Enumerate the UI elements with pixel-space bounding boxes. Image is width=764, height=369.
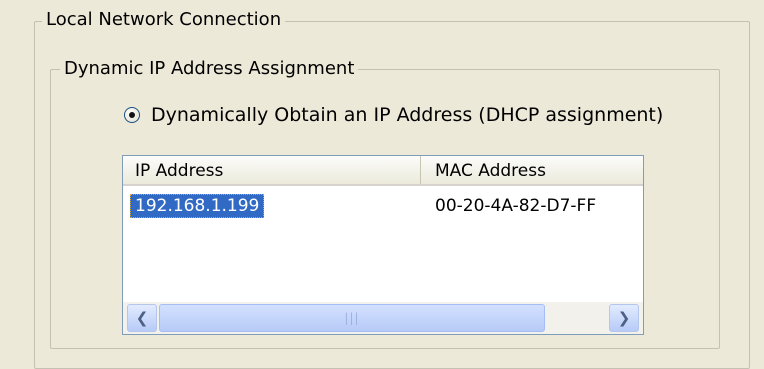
row-ip-address-cell[interactable]: 192.168.1.199	[130, 194, 265, 218]
dhcp-radio-label: Dynamically Obtain an IP Address (DHCP a…	[151, 104, 664, 126]
local-network-group-title: Local Network Connection	[42, 9, 286, 31]
scroll-left-button[interactable]: ❮	[127, 304, 157, 332]
ip-address-listview[interactable]: IP Address MAC Address 192.168.1.199 00-…	[122, 155, 644, 335]
column-header-mac-address[interactable]: MAC Address	[423, 156, 643, 184]
listview-header: IP Address MAC Address	[123, 156, 643, 186]
row-mac-address-cell[interactable]: 00-20-4A-82-D7-FF	[435, 194, 596, 218]
dialog-panel: Local Network Connection Dynamic IP Addr…	[0, 0, 764, 369]
grip-icon: |||	[344, 311, 360, 325]
chevron-right-icon: ❯	[617, 309, 631, 327]
scrollbar-thumb[interactable]: |||	[159, 304, 545, 332]
column-header-ip-address[interactable]: IP Address	[123, 156, 421, 184]
chevron-left-icon: ❮	[135, 309, 149, 327]
horizontal-scrollbar[interactable]: ❮ ||| ❯	[123, 302, 643, 334]
radio-selected-dot-icon	[129, 112, 135, 118]
scroll-right-button[interactable]: ❯	[609, 304, 639, 332]
dynamic-ip-group-title: Dynamic IP Address Assignment	[60, 58, 359, 80]
dhcp-radio-button[interactable]	[124, 107, 140, 123]
table-row[interactable]: 192.168.1.199 00-20-4A-82-D7-FF	[123, 194, 643, 218]
dhcp-radio-option[interactable]: Dynamically Obtain an IP Address (DHCP a…	[118, 104, 663, 126]
